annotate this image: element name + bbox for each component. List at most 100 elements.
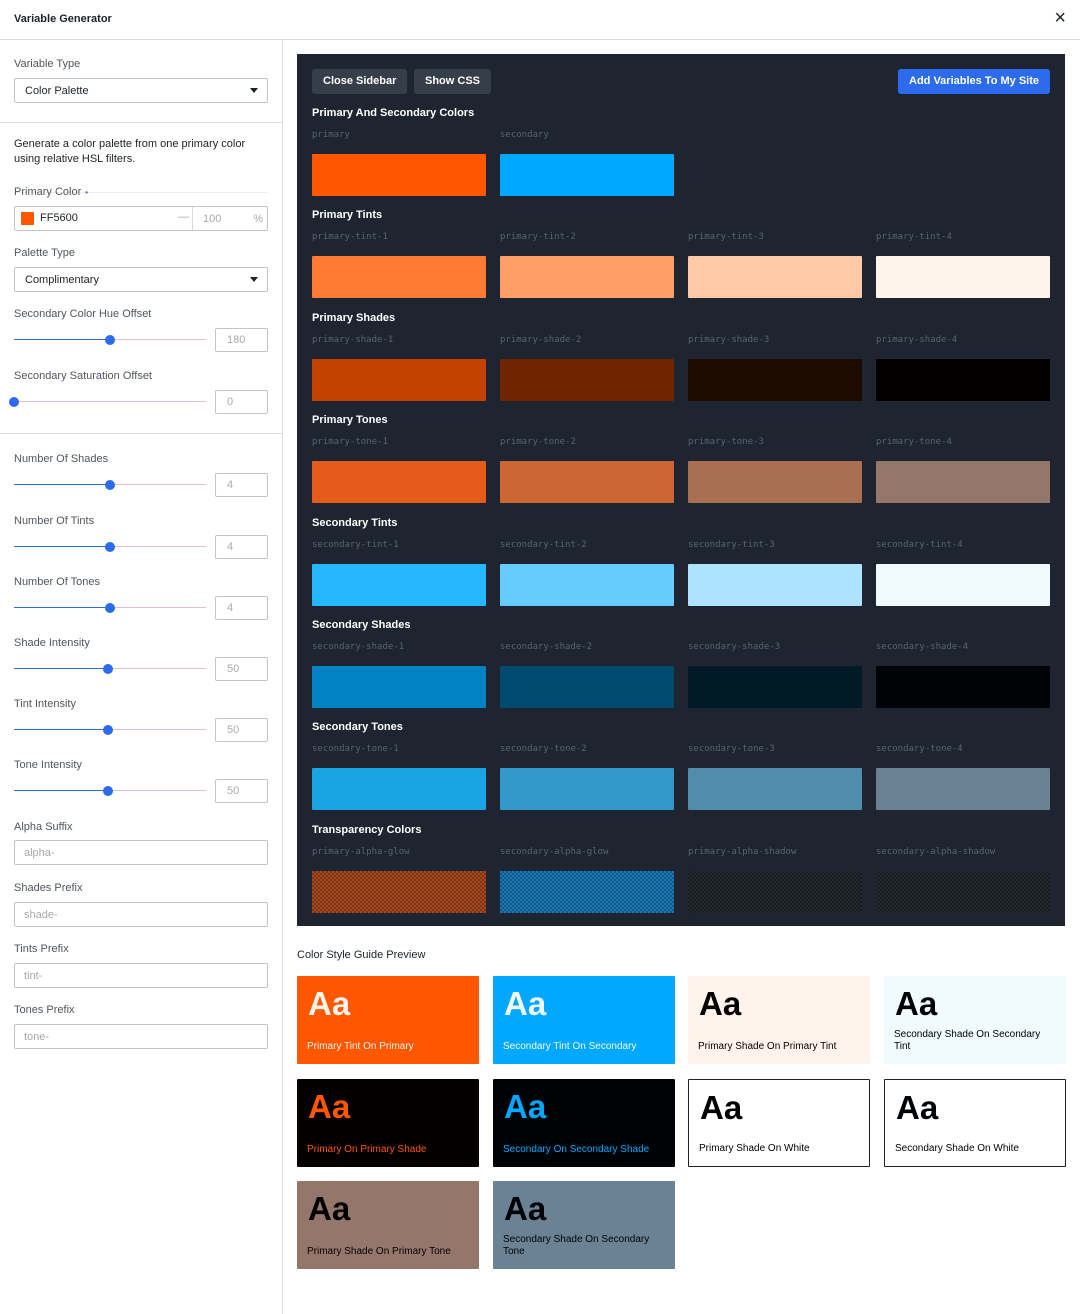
color-swatch[interactable] (688, 461, 862, 504)
variable-name: secondary-tone-1 (312, 744, 399, 755)
color-swatch[interactable] (500, 256, 674, 299)
variable-name: secondary-tint-3 (688, 539, 775, 550)
color-swatch[interactable] (876, 563, 1050, 606)
color-swatch[interactable] (312, 563, 486, 606)
color-swatch[interactable] (312, 768, 486, 811)
color-swatch[interactable] (688, 563, 862, 606)
color-swatch[interactable] (312, 870, 486, 913)
color-swatch[interactable] (312, 461, 486, 504)
hue-offset-slider[interactable] (14, 334, 206, 346)
variable-name: secondary-alpha-glow (500, 846, 609, 857)
color-swatch[interactable] (500, 563, 674, 606)
shade-intensity-input[interactable]: 50 (215, 657, 268, 681)
tints-count-input[interactable]: 4 (215, 535, 268, 559)
palette-type-label: Palette Type (14, 247, 75, 259)
color-swatch[interactable] (500, 461, 674, 504)
slider-handle[interactable] (105, 603, 115, 613)
close-sidebar-button[interactable]: Close Sidebar (312, 69, 408, 94)
slider-handle[interactable] (103, 725, 114, 735)
saturation-offset-input[interactable]: 0 (215, 390, 268, 414)
color-swatch[interactable] (500, 666, 674, 708)
variable-name: primary-shade-3 (688, 334, 770, 345)
color-swatch[interactable] (876, 358, 1050, 401)
variable-name: primary-tone-3 (688, 437, 764, 448)
variable-name: secondary-shade-3 (688, 642, 781, 652)
tones-count-slider[interactable] (14, 602, 206, 614)
primary-color-field[interactable]: FF5600 — 100 % (14, 206, 268, 231)
tones-count-input[interactable]: 4 (215, 596, 268, 620)
tint-intensity-input[interactable]: 50 (215, 718, 268, 742)
divider (192, 207, 193, 230)
style-guide-card: Aa Primary Tint On Primary (297, 976, 479, 1064)
color-swatch[interactable] (312, 256, 486, 299)
variable-name: secondary (500, 130, 549, 140)
variable-name: primary-tone-4 (876, 437, 952, 448)
sample-text: Aa (699, 985, 742, 1022)
saturation-offset-slider[interactable] (9, 396, 206, 408)
tone-intensity-slider[interactable] (14, 785, 206, 797)
variable-name: secondary-alpha-shadow (876, 846, 996, 857)
slider-handle[interactable] (105, 335, 115, 345)
card-label: Primary Shade On Primary Tint (698, 1041, 837, 1052)
variable-name: primary-tint-1 (312, 232, 388, 243)
shades-count-input[interactable]: 4 (215, 473, 268, 497)
alpha-input[interactable]: 100 (203, 213, 221, 225)
variable-name: secondary-tint-1 (312, 539, 399, 550)
color-swatch[interactable] (876, 870, 1050, 913)
color-swatch[interactable] (21, 212, 34, 225)
tone-intensity-input[interactable]: 50 (215, 779, 268, 803)
color-swatch[interactable] (876, 256, 1050, 299)
hue-offset-input[interactable]: 180 (215, 328, 268, 352)
shades-count-slider[interactable] (14, 479, 206, 491)
tones-prefix-input[interactable]: tone- (14, 1024, 268, 1049)
slider-handle[interactable] (103, 786, 114, 796)
shades-count-label: Number Of Shades (14, 453, 109, 465)
shade-intensity-slider[interactable] (14, 663, 206, 675)
card-label: Primary Tint On Primary (307, 1041, 414, 1052)
add-variables-button[interactable]: Add Variables To My Site (898, 69, 1050, 94)
group-title: Transparency Colors (312, 823, 422, 836)
tones-count-label: Number Of Tones (14, 576, 101, 588)
color-swatch[interactable] (688, 870, 862, 913)
color-swatch[interactable] (312, 154, 486, 196)
color-swatch[interactable] (876, 461, 1050, 504)
alpha-suffix-label: Alpha Suffix (14, 821, 73, 833)
alpha-suffix-input[interactable]: alpha- (14, 840, 268, 865)
variable-name: secondary-tone-2 (500, 744, 587, 755)
slider-handle[interactable] (105, 480, 115, 490)
color-swatch[interactable] (500, 358, 674, 401)
color-swatch[interactable] (688, 666, 862, 708)
variable-name: secondary-shade-1 (312, 642, 405, 652)
color-swatch[interactable] (500, 768, 674, 811)
header-bar: Variable Generator × (0, 0, 1080, 40)
slider-handle[interactable] (103, 664, 114, 674)
color-swatch[interactable] (312, 666, 486, 708)
close-icon[interactable]: × (1054, 8, 1066, 28)
color-swatch[interactable] (876, 666, 1050, 708)
color-swatch[interactable] (688, 768, 862, 811)
primary-color-hex: FF5600 (40, 212, 78, 224)
sample-text: Aa (308, 1087, 351, 1125)
tint-intensity-slider[interactable] (14, 724, 206, 736)
color-swatch[interactable] (688, 358, 862, 401)
color-swatch[interactable] (312, 358, 486, 401)
variable-type-select[interactable]: Color Palette (14, 78, 268, 103)
style-guide-card: Aa Secondary Tint On Secondary (493, 976, 675, 1064)
color-swatch[interactable] (688, 256, 862, 299)
group-title: Secondary Tints (312, 516, 398, 529)
show-css-button[interactable]: Show CSS (414, 69, 492, 94)
variable-name: secondary-tint-2 (500, 539, 587, 550)
group-title: Primary Tints (312, 209, 383, 222)
color-swatch[interactable] (500, 870, 674, 913)
slider-handle[interactable] (105, 542, 115, 552)
color-swatch[interactable] (876, 768, 1050, 811)
tints-count-slider[interactable] (14, 541, 206, 553)
group-title: Secondary Tones (312, 721, 403, 734)
shades-prefix-input[interactable]: shade- (14, 902, 268, 927)
palette-type-select[interactable]: Complimentary (14, 267, 268, 292)
slider-handle[interactable] (9, 397, 19, 407)
style-guide-card: Aa Secondary On Secondary Shade (493, 1078, 675, 1167)
primary-color-label: Primary Color • (14, 186, 89, 198)
color-swatch[interactable] (500, 154, 674, 196)
tints-prefix-input[interactable]: tint- (14, 963, 268, 988)
